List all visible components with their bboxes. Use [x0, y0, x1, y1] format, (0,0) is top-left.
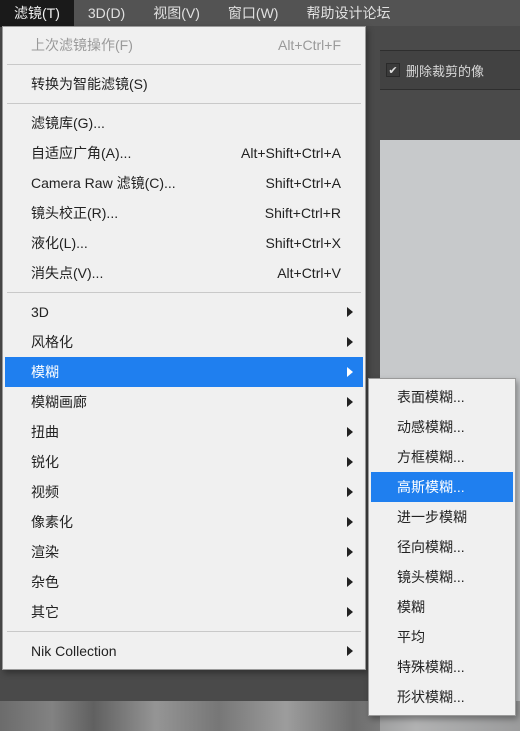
menu-item-blur[interactable]: 模糊 — [5, 357, 363, 387]
menu-item-distort[interactable]: 扭曲 — [5, 417, 363, 447]
submenu-arrow-icon — [347, 577, 353, 587]
menu-item-noise[interactable]: 杂色 — [5, 567, 363, 597]
menu-item-adaptive-wide-angle[interactable]: 自适应广角(A)... Alt+Shift+Ctrl+A — [5, 138, 363, 168]
options-bar-fragment: ✔ 删除裁剪的像 — [380, 50, 520, 90]
menu-filter[interactable]: 滤镜(T) — [0, 0, 74, 27]
menu-item-render[interactable]: 渲染 — [5, 537, 363, 567]
delete-cropped-checkbox[interactable]: ✔ — [386, 63, 400, 77]
submenu-arrow-icon — [347, 646, 353, 656]
submenu-arrow-icon — [347, 367, 353, 377]
menu-window[interactable]: 窗口(W) — [214, 0, 293, 27]
menu-item-convert-smart[interactable]: 转换为智能滤镜(S) — [5, 69, 363, 99]
submenu-arrow-icon — [347, 307, 353, 317]
menu-item-nik-collection[interactable]: Nik Collection — [5, 636, 363, 666]
menu-item-other[interactable]: 其它 — [5, 597, 363, 627]
menu-bar: 滤镜(T) 3D(D) 视图(V) 窗口(W) 帮助设计论坛 — [0, 0, 520, 26]
menu-item-sharpen[interactable]: 锐化 — [5, 447, 363, 477]
submenu-arrow-icon — [347, 487, 353, 497]
submenu-arrow-icon — [347, 427, 353, 437]
blur-submenu: 表面模糊... 动感模糊... 方框模糊... 高斯模糊... 进一步模糊 径向… — [368, 378, 516, 716]
submenu-item-radial-blur[interactable]: 径向模糊... — [371, 532, 513, 562]
delete-cropped-label: 删除裁剪的像 — [406, 61, 484, 80]
menu-item-stylize[interactable]: 风格化 — [5, 327, 363, 357]
menu-view[interactable]: 视图(V) — [139, 0, 214, 27]
submenu-item-average[interactable]: 平均 — [371, 622, 513, 652]
menu-item-liquify[interactable]: 液化(L)... Shift+Ctrl+X — [5, 228, 363, 258]
submenu-item-blur[interactable]: 模糊 — [371, 592, 513, 622]
menu-item-blur-gallery[interactable]: 模糊画廊 — [5, 387, 363, 417]
menu-item-video[interactable]: 视频 — [5, 477, 363, 507]
menu-item-last-filter[interactable]: 上次滤镜操作(F) Alt+Ctrl+F — [5, 30, 363, 60]
submenu-arrow-icon — [347, 517, 353, 527]
menu-item-filter-gallery[interactable]: 滤镜库(G)... — [5, 108, 363, 138]
menu-item-camera-raw[interactable]: Camera Raw 滤镜(C)... Shift+Ctrl+A — [5, 168, 363, 198]
submenu-item-box-blur[interactable]: 方框模糊... — [371, 442, 513, 472]
menu-separator — [7, 103, 361, 104]
menu-help[interactable]: 帮助设计论坛 — [292, 0, 404, 27]
submenu-arrow-icon — [347, 547, 353, 557]
submenu-arrow-icon — [347, 457, 353, 467]
submenu-arrow-icon — [347, 397, 353, 407]
menu-separator — [7, 292, 361, 293]
menu-item-lens-correction[interactable]: 镜头校正(R)... Shift+Ctrl+R — [5, 198, 363, 228]
menu-3d[interactable]: 3D(D) — [74, 1, 139, 25]
menu-separator — [7, 631, 361, 632]
submenu-item-smart-blur[interactable]: 特殊模糊... — [371, 652, 513, 682]
menu-item-pixelate[interactable]: 像素化 — [5, 507, 363, 537]
submenu-arrow-icon — [347, 607, 353, 617]
filter-menu: 上次滤镜操作(F) Alt+Ctrl+F 转换为智能滤镜(S) 滤镜库(G)..… — [2, 26, 366, 670]
submenu-arrow-icon — [347, 337, 353, 347]
submenu-item-motion-blur[interactable]: 动感模糊... — [371, 412, 513, 442]
submenu-item-shape-blur[interactable]: 形状模糊... — [371, 682, 513, 712]
menu-item-vanishing-point[interactable]: 消失点(V)... Alt+Ctrl+V — [5, 258, 363, 288]
menu-separator — [7, 64, 361, 65]
submenu-item-surface-blur[interactable]: 表面模糊... — [371, 382, 513, 412]
menu-item-3d[interactable]: 3D — [5, 297, 363, 327]
submenu-item-gaussian-blur[interactable]: 高斯模糊... — [371, 472, 513, 502]
submenu-item-blur-more[interactable]: 进一步模糊 — [371, 502, 513, 532]
submenu-item-lens-blur[interactable]: 镜头模糊... — [371, 562, 513, 592]
